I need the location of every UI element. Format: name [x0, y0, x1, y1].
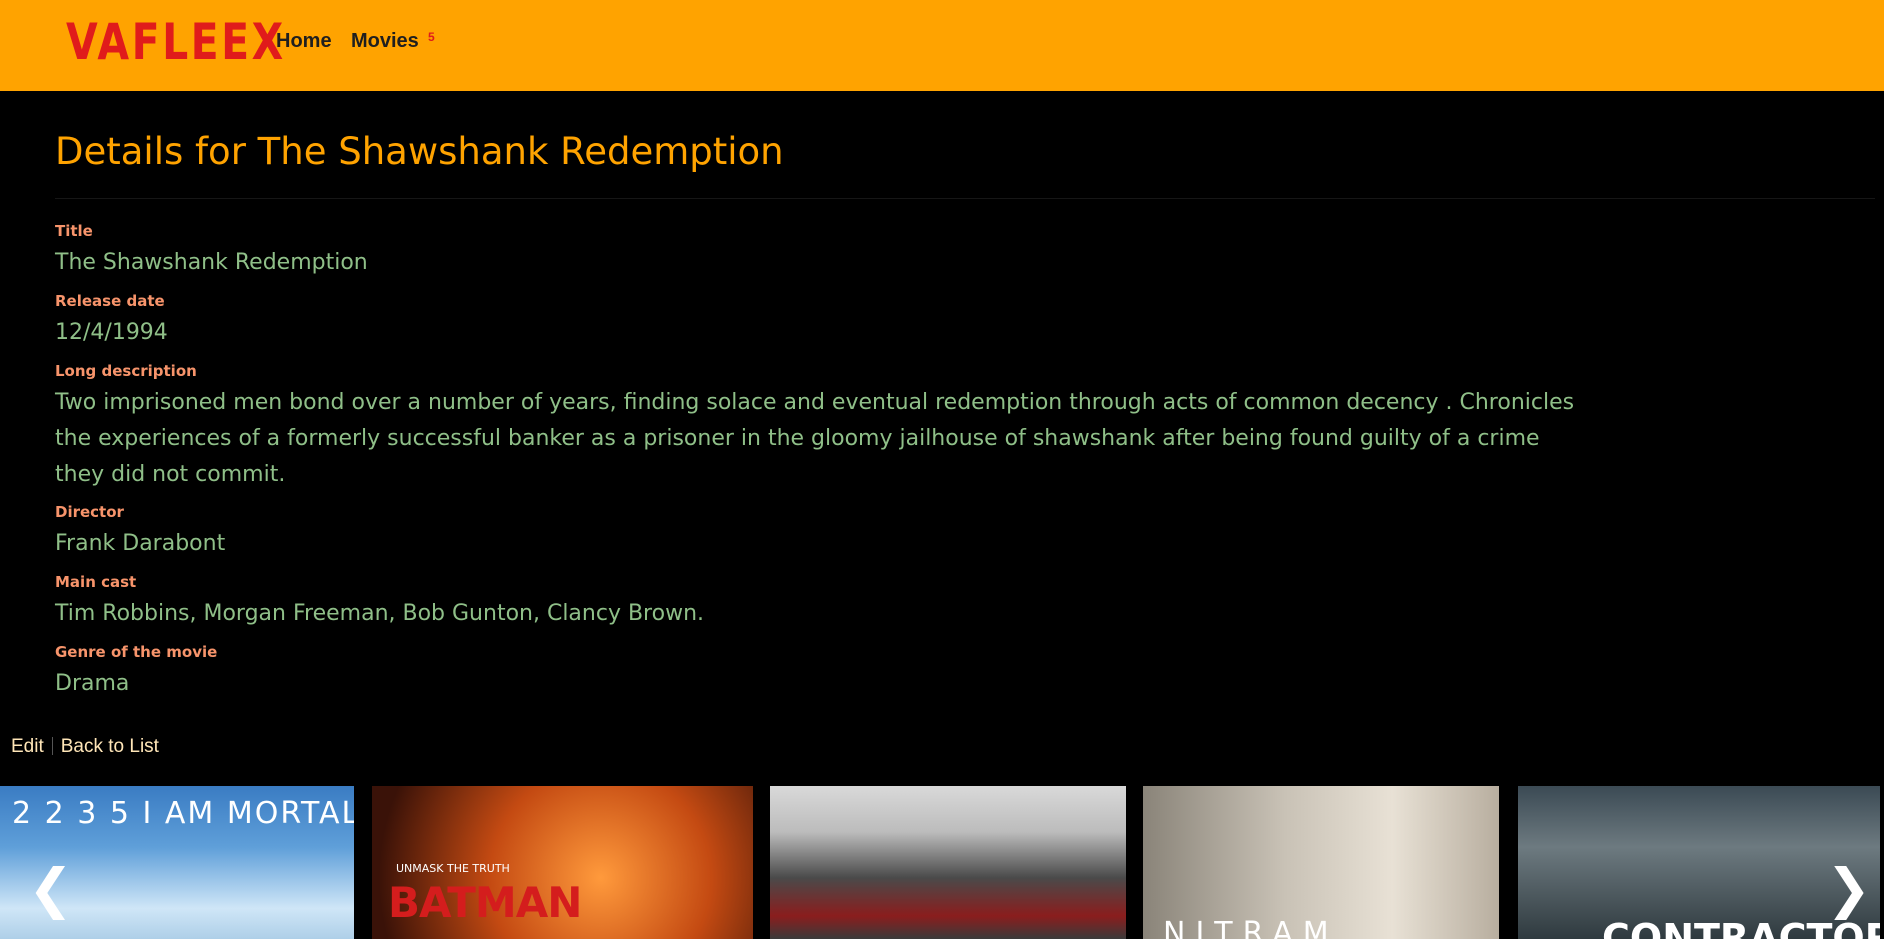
- poster-group-photo[interactable]: [770, 786, 1126, 939]
- poster-title: NITRAM: [1163, 916, 1339, 939]
- action-separator: [51, 737, 53, 755]
- poster-title: BATMAN: [388, 878, 582, 927]
- back-to-list-link[interactable]: Back to List: [61, 736, 159, 757]
- movies-count-badge: 5: [428, 30, 435, 44]
- poster-title: 2 2 3 5 I AM MORTAL: [12, 796, 354, 831]
- field-label-main-cast: Main cast: [55, 573, 137, 591]
- field-value-long-description: Two imprisoned men bond over a number of…: [55, 390, 1575, 487]
- field-label-long-description: Long description: [55, 362, 197, 380]
- divider: [55, 198, 1875, 199]
- edit-link[interactable]: Edit: [11, 736, 44, 757]
- site-logo[interactable]: VAFLEEX: [66, 14, 286, 70]
- field-label-genre: Genre of the movie: [55, 643, 218, 661]
- field-label-title: Title: [55, 222, 93, 240]
- chevron-left-icon[interactable]: ❮: [28, 860, 73, 918]
- poster-tagline: UNMASK THE TRUTH: [396, 862, 510, 875]
- field-value-director: Frank Darabont: [55, 531, 226, 556]
- page-title: Details for The Shawshank Redemption: [55, 130, 784, 173]
- movie-carousel: 2 2 3 5 I AM MORTAL UNMASK THE TRUTH BAT…: [0, 786, 1884, 939]
- poster-nitram[interactable]: NITRAM: [1143, 786, 1499, 939]
- field-label-release-date: Release date: [55, 292, 165, 310]
- chevron-right-icon[interactable]: ❯: [1826, 860, 1871, 918]
- field-value-release-date: 12/4/1994: [55, 320, 168, 345]
- field-value-genre: Drama: [55, 671, 130, 696]
- nav-movies-link[interactable]: Movies: [351, 30, 419, 53]
- field-label-director: Director: [55, 503, 124, 521]
- poster-the-batman[interactable]: UNMASK THE TRUTH BATMAN: [372, 786, 753, 939]
- nav-home-link[interactable]: Home: [276, 30, 332, 53]
- field-value-main-cast: Tim Robbins, Morgan Freeman, Bob Gunton,…: [55, 601, 705, 626]
- field-value-title: The Shawshank Redemption: [55, 250, 368, 275]
- detail-actions: Edit Back to List: [11, 736, 159, 758]
- top-navbar: VAFLEEX Home Movies 5: [0, 0, 1884, 91]
